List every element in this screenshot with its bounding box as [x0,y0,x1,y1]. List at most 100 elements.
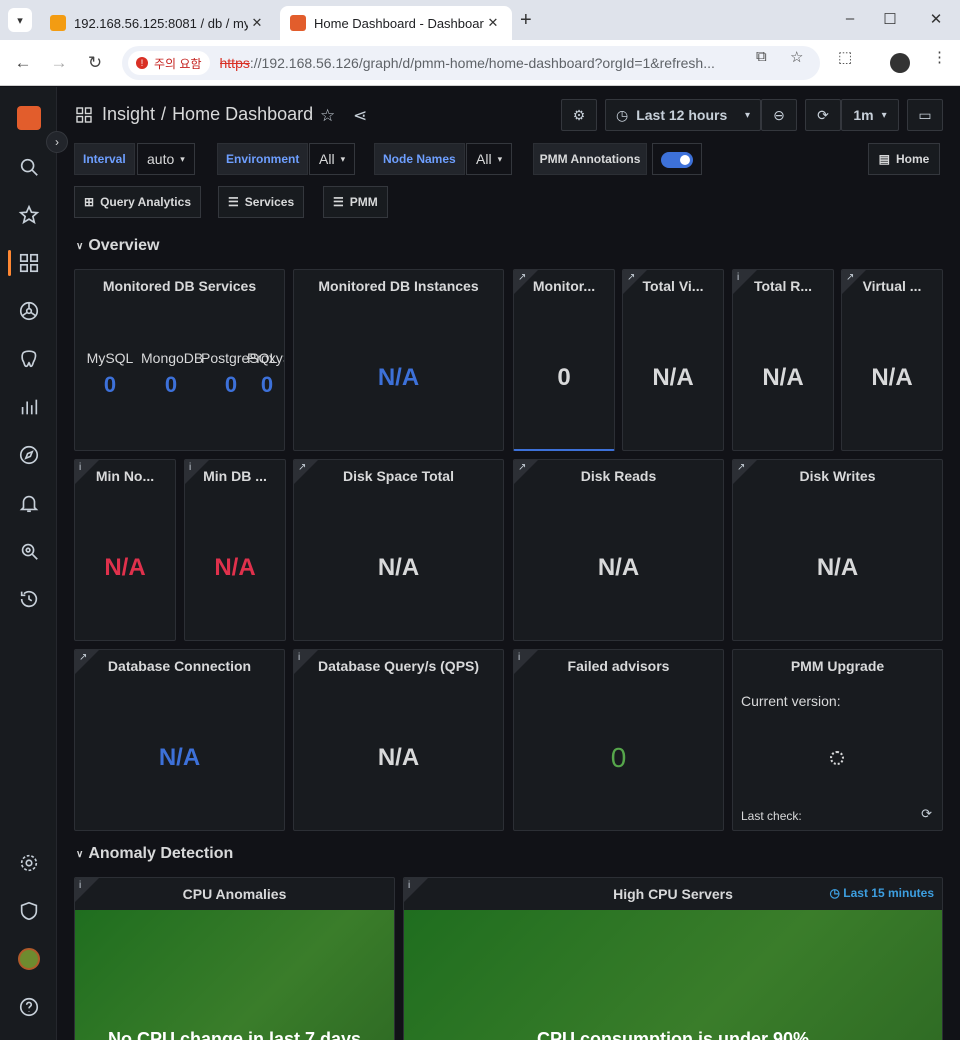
variable-select-node-names[interactable]: All ▾ [466,143,513,175]
check-updates-refresh-icon[interactable]: ⟳ [921,806,932,822]
url-path: ://192.168.56.126/graph/d/pmm-home/home-… [249,55,715,71]
forward-arrow-icon[interactable]: → [48,52,70,74]
profile-avatar-icon[interactable] [890,53,910,73]
refresh-interval-picker[interactable]: 1m ▾ [841,99,899,131]
reload-icon[interactable]: ↻ [84,52,106,74]
panel-high-cpu-servers: i High CPU Servers ◷ Last 15 minutes CPU… [403,877,943,1040]
user-avatar[interactable] [18,948,40,970]
panel-value: N/A [816,554,859,581]
panel-database-connection: ↗ Database Connection N/A [74,649,285,831]
browser-tab-home-dashboard[interactable]: Home Dashboard - Dashboard ✕ [280,6,512,40]
dashboards-icon[interactable] [16,250,42,276]
row-overview[interactable]: ∨ Overview [76,237,159,255]
variable-select-interval[interactable]: auto ▾ [137,143,195,175]
tab-search-button[interactable]: ▾ [8,8,32,32]
annotations-toggle-wrapper [652,143,702,175]
annotations-toggle[interactable] [661,152,693,168]
row-title: Overview [88,237,160,254]
dashboard-grid-icon [76,106,92,123]
advisors-icon[interactable] [16,538,42,564]
refresh-button[interactable]: ⟳ [805,99,841,131]
url-scheme: https [219,55,250,71]
home-link-label: Home [896,152,930,166]
warning-icon: ! [136,57,148,69]
close-window-icon[interactable]: ✕ [926,10,946,28]
monitor-icon: ▭ [918,106,932,123]
stat-label: MongoDB [141,350,204,366]
share-icon[interactable]: ⋖ [353,106,367,126]
pmm-link[interactable]: ☰ PMM [323,186,388,218]
row-title: Anomaly Detection [88,845,234,862]
time-override-label: Last 15 minutes [843,886,934,900]
panel-title: Total Vi... [642,278,704,294]
url-omnibox[interactable]: ! 주의 요함 https://192.168.56.126/graph/d/p… [122,46,820,80]
services-link[interactable]: ☰ Services [218,186,305,218]
variable-label-environment: Environment [217,143,309,175]
new-tab-button[interactable]: + [520,9,532,32]
panel-value: N/A [104,554,146,581]
phpmyadmin-favicon-icon [50,15,66,31]
panel-title: Database Connection [107,658,252,674]
panel-title: Database Query/s (QPS) [317,658,480,674]
variable-value: All [319,151,335,167]
status-background: CPU consumption is under 90% [404,910,942,1040]
chevron-down-icon: ▾ [340,153,346,164]
bookmark-star-icon[interactable]: ☆ [790,48,803,66]
dashboard-settings-button[interactable]: ⚙ [561,99,597,131]
extensions-icon[interactable]: ⬚ [838,48,852,66]
settings-gear-icon[interactable] [16,850,42,876]
panel-value: N/A [597,554,640,581]
back-arrow-icon[interactable]: ← [12,52,34,74]
variable-label-interval: Interval [74,143,135,175]
breadcrumb-section[interactable]: Insight [102,104,155,125]
translate-icon[interactable]: ⧉ [756,48,767,65]
postgresql-icon[interactable] [16,346,42,372]
menu-lines-icon: ☰ [333,195,344,209]
zoom-out-button[interactable]: ⊖ [761,99,797,131]
time-range-label: Last 12 hours [636,107,728,123]
close-tab-icon[interactable]: ✕ [248,15,266,31]
pmm-logo-icon[interactable] [17,106,41,130]
explore-compass-icon[interactable] [16,442,42,468]
panel-total-ram: i Total R... N/A [732,269,834,451]
panel-title: Failed advisors [567,658,670,674]
row-anomaly-detection[interactable]: ∨ Anomaly Detection [76,845,233,863]
variable-label-node-names: Node Names [374,143,465,175]
alerting-bell-icon[interactable] [16,490,42,516]
help-icon[interactable] [16,994,42,1020]
bar-chart-icon[interactable] [16,394,42,420]
stat-mysql: MySQL 0 [80,350,140,398]
browser-menu-icon[interactable]: ⋮ [932,48,947,66]
panel-disk-space-total: ↗ Disk Space Total N/A [293,459,504,641]
security-warning-label: 주의 요함 [154,56,202,71]
page-title[interactable]: Home Dashboard [172,104,313,125]
browser-address-bar: ← → ↻ ! 주의 요함 https://192.168.56.126/gra… [0,40,960,86]
shield-icon[interactable] [16,898,42,924]
sidebar [0,87,57,1040]
panel-total-virtual: ↗ Total Vi... N/A [622,269,724,451]
browser-tab-phpmyadmin[interactable]: 192.168.56.125:8081 / db / my ✕ [40,6,276,40]
time-range-picker[interactable]: ◷ Last 12 hours ▾ [605,99,761,131]
security-warning-chip[interactable]: ! 주의 요함 [128,51,210,75]
home-link-button[interactable]: ▤ Home [868,143,940,175]
variable-value: auto [147,151,175,167]
panel-title: Min DB ... [203,468,267,484]
starred-icon[interactable] [16,202,42,228]
close-tab-icon[interactable]: ✕ [484,15,502,31]
variable-select-environment[interactable]: All ▾ [309,143,356,175]
panel-title: Virtual ... [862,278,922,294]
url-text[interactable]: https://192.168.56.126/graph/d/pmm-home/… [220,55,740,71]
os-nodes-icon[interactable] [16,298,42,324]
status-message: CPU consumption is under 90% [536,1029,810,1040]
star-dashboard-icon[interactable]: ☆ [320,106,335,126]
minimize-window-icon[interactable]: – [840,10,860,27]
maximize-window-icon[interactable]: ☐ [880,10,900,28]
tv-mode-button[interactable]: ▭ [907,99,943,131]
backup-history-icon[interactable] [16,586,42,612]
query-analytics-link[interactable]: ⊞ Query Analytics [74,186,201,218]
refresh-interval-label: 1m [853,107,874,123]
search-icon[interactable] [16,154,42,180]
panel-cpu-anomalies: i CPU Anomalies No CPU change in last 7 … [74,877,395,1040]
variable-value: All [476,151,492,167]
link-label: Services [244,195,295,209]
